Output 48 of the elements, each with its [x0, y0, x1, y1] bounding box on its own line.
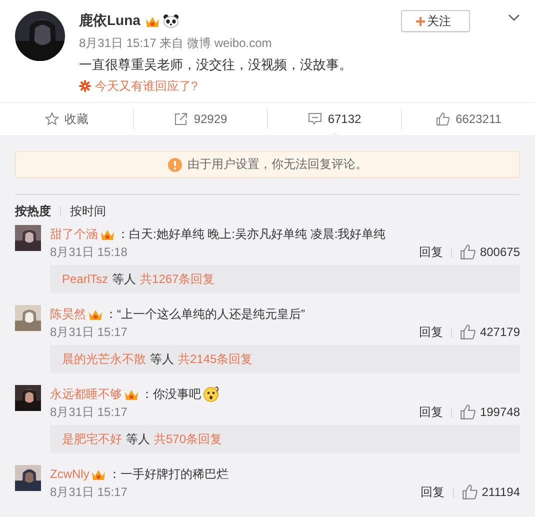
comment-text: ：“上一个这么单纯的人还是纯元皇后”: [105, 306, 305, 322]
reply-link[interactable]: 回复: [418, 324, 443, 340]
reply-joiner: 等人: [126, 430, 150, 448]
post-text: 一直很尊重吴老师，没交往，没视频，没故事。: [79, 56, 353, 74]
author-name[interactable]: 鹿依Luna: [79, 12, 140, 30]
reply-joiner: 等人: [112, 270, 136, 288]
comment-time: 8月31日 15:18: [50, 244, 128, 260]
notice-text: 由于用户设置，你无法回复评论。: [188, 156, 368, 173]
like-button[interactable]: 427179: [460, 324, 520, 340]
action-tab[interactable]: 6623211: [401, 109, 535, 129]
like-button[interactable]: 211194: [462, 484, 520, 500]
action-tab[interactable]: 92929: [133, 109, 267, 129]
crown-icon: [145, 14, 160, 28]
comment-text: ：白天:她好单纯 晚上:吴亦凡好单纯 凌晨:我好单纯: [117, 226, 386, 242]
thumb-up-icon: [460, 244, 476, 260]
post-meta: 8月31日 15:17 来自 微博 weibo.com: [79, 35, 273, 52]
plus-icon: [416, 16, 425, 26]
chevron-icon: [508, 14, 520, 22]
crown-icon: [88, 308, 103, 320]
warning-icon: [168, 158, 182, 172]
comment-time: 8月31日 15:17: [50, 484, 128, 500]
like-button[interactable]: 800675: [460, 244, 520, 260]
flower-icon: [79, 80, 91, 92]
comment-text: ：一手好牌打的稀巴烂: [108, 466, 228, 482]
reply-link[interactable]: 回复: [418, 244, 443, 260]
follow-button[interactable]: 关注: [401, 10, 470, 32]
reply-link[interactable]: 回复: [420, 484, 445, 500]
thumb-up-icon: [436, 112, 450, 126]
action-tab[interactable]: 收藏: [0, 109, 133, 129]
share-icon: [174, 112, 188, 126]
sort-tab[interactable]: 按热度: [15, 202, 51, 220]
crown-icon: [91, 468, 106, 480]
sort-tab[interactable]: 按时间: [70, 202, 106, 220]
like-button[interactable]: 199748: [460, 404, 520, 420]
thumb-up-icon: [460, 324, 476, 340]
reply-joiner: 等人: [150, 350, 174, 368]
comment-time: 8月31日 15:17: [50, 404, 128, 420]
panda-icon: [163, 14, 180, 28]
surprised-face-icon: [203, 386, 219, 402]
reply-link[interactable]: 回复: [418, 404, 443, 420]
thumb-up-icon: [462, 484, 478, 500]
crown-icon: [124, 388, 139, 400]
thumb-up-icon: [460, 404, 476, 420]
crown-icon: [100, 228, 115, 240]
comment-text: ：你没事吧: [141, 386, 201, 402]
comment-icon: [308, 112, 322, 126]
star-icon: [44, 112, 58, 126]
comment-time: 8月31日 15:17: [50, 324, 128, 340]
